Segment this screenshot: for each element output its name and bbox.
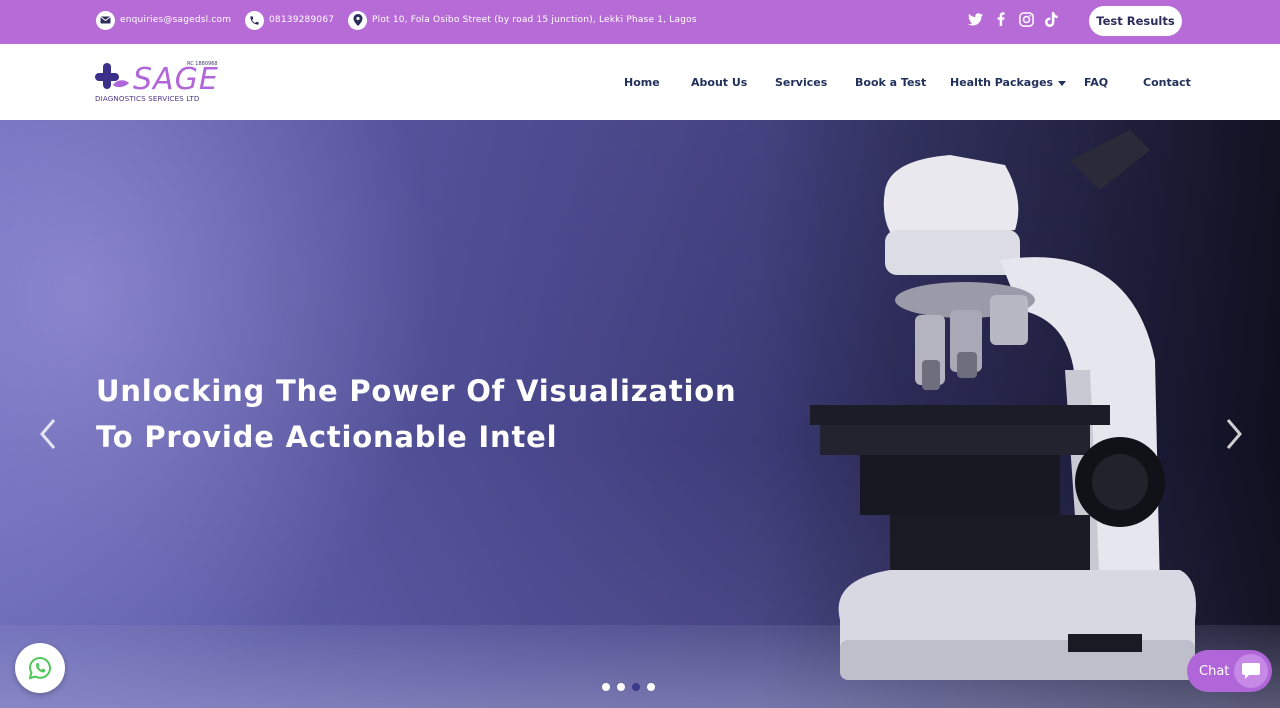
nav-health-packages[interactable]: Health Packages: [950, 76, 1067, 89]
nav-contact[interactable]: Contact: [1143, 76, 1191, 89]
whatsapp-button[interactable]: [15, 643, 65, 693]
chevron-left-icon: [40, 419, 56, 449]
chat-label: Chat: [1199, 663, 1230, 679]
slider-dot[interactable]: [602, 683, 610, 691]
nav-home[interactable]: Home: [624, 76, 660, 89]
address-link[interactable]: Plot 10, Fola Osibo Street (by road 15 j…: [348, 10, 697, 30]
top-bar: enquiries@sagedsl.com 08139289067 Plot 1…: [0, 0, 1280, 44]
tiktok-icon[interactable]: [1042, 10, 1060, 28]
slider-next-arrow[interactable]: [1222, 416, 1246, 452]
hero-headline: Unlocking The Power Of Visualization To …: [96, 368, 736, 460]
hero-headline-line-1: Unlocking The Power Of Visualization: [96, 374, 737, 408]
slider-dot[interactable]: [617, 683, 625, 691]
chevron-right-icon: [1226, 419, 1242, 449]
slider-dot[interactable]: [632, 683, 640, 691]
nav-services[interactable]: Services: [775, 76, 827, 89]
main-header: RC 1880968 SAGE DIAGNOSTICS SERVICES LTD…: [0, 44, 1280, 120]
chat-widget-button[interactable]: Chat: [1187, 650, 1272, 692]
chat-bubble-icon: [1234, 654, 1268, 688]
phone-link[interactable]: 08139289067: [245, 10, 334, 30]
slider-dot[interactable]: [647, 683, 655, 691]
logo-subtitle: DIAGNOSTICS SERVICES LTD: [95, 94, 200, 103]
envelope-icon: [96, 10, 115, 30]
slider-prev-arrow[interactable]: [36, 416, 60, 452]
twitter-icon[interactable]: [966, 10, 984, 28]
logo-name: SAGE: [133, 62, 219, 97]
nav-book-a-test[interactable]: Book a Test: [855, 76, 926, 89]
caret-down-icon: [1058, 80, 1067, 86]
phone-text: 08139289067: [269, 15, 335, 25]
facebook-icon[interactable]: [992, 10, 1010, 28]
hero-slider: Unlocking The Power Of Visualization To …: [0, 120, 1280, 708]
nav-faq[interactable]: FAQ: [1084, 76, 1108, 89]
test-results-button[interactable]: Test Results: [1089, 6, 1182, 36]
nav-about-us[interactable]: About Us: [691, 76, 747, 89]
whatsapp-icon: [28, 656, 52, 680]
logo[interactable]: RC 1880968 SAGE DIAGNOSTICS SERVICES LTD: [95, 61, 221, 105]
instagram-icon[interactable]: [1017, 10, 1035, 28]
map-pin-icon: [348, 10, 367, 30]
hero-headline-line-2: To Provide Actionable Intel: [96, 420, 558, 454]
email-link[interactable]: enquiries@sagedsl.com: [96, 10, 231, 30]
address-text: Plot 10, Fola Osibo Street (by road 15 j…: [372, 15, 697, 25]
logo-mark-icon: [95, 63, 129, 89]
slider-pagination: [602, 683, 655, 691]
phone-icon: [245, 10, 264, 30]
microscope-image: [810, 130, 1196, 680]
nav-health-packages-label: Health Packages: [950, 76, 1054, 89]
email-text: enquiries@sagedsl.com: [120, 15, 232, 25]
